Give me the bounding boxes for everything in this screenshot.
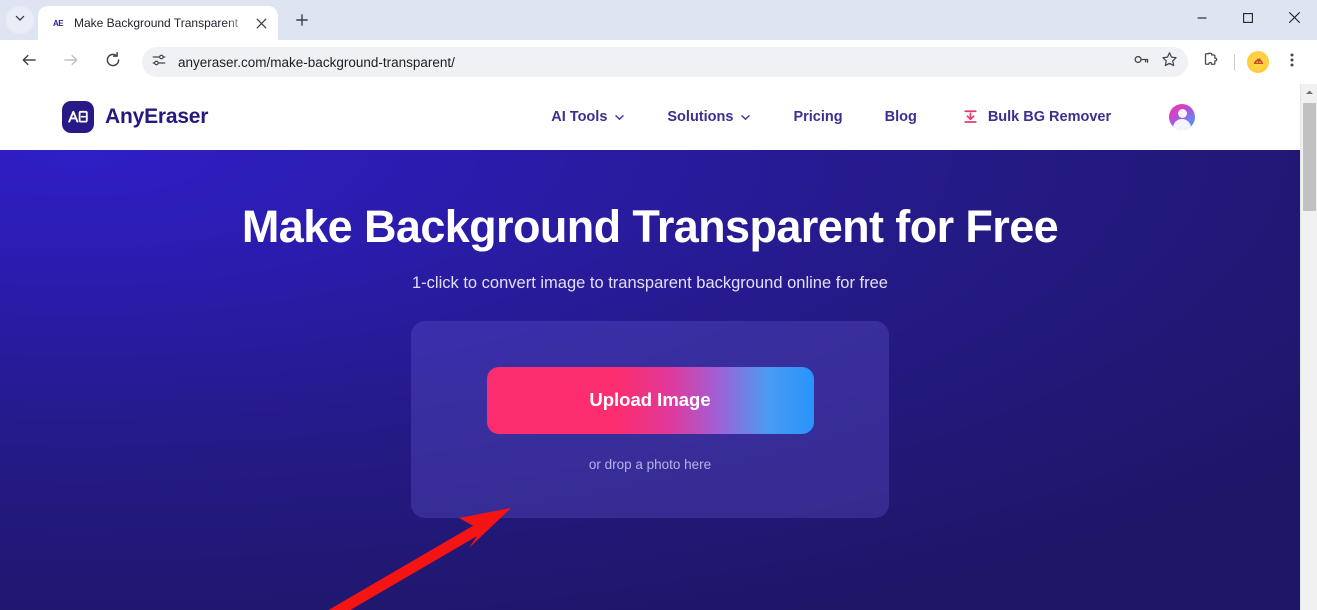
window-controls (1179, 0, 1317, 40)
plus-icon (295, 13, 309, 32)
reload-button[interactable] (97, 46, 129, 78)
browser-window: AE Make Background Transparent anyeraser… (0, 0, 1317, 610)
site-header: AnyEraser AI Tools Solutions Pricing Blo… (0, 84, 1300, 150)
three-dot-menu-icon (1284, 52, 1300, 73)
arrow-right-icon (62, 51, 80, 74)
reload-icon (104, 51, 122, 74)
puzzle-piece-icon (1202, 51, 1220, 74)
page-title: Make Background Transparent for Free (241, 201, 1059, 252)
maximize-button[interactable] (1225, 0, 1271, 40)
scrollbar-thumb[interactable] (1303, 103, 1316, 211)
site-nav: AI Tools Solutions Pricing Blog Bulk BG … (530, 104, 1196, 130)
profile-button[interactable] (1243, 47, 1273, 77)
hero-content: Make Background Transparent for Free 1-c… (0, 150, 1300, 518)
page-subtitle: 1-click to convert image to transparent … (411, 273, 888, 292)
site-brand-name: AnyEraser (105, 105, 209, 128)
browser-tab[interactable]: AE Make Background Transparent (38, 6, 278, 40)
page-scrollbar[interactable] (1300, 84, 1317, 610)
nav-item-label: Pricing (793, 109, 843, 125)
chevron-down-icon (614, 112, 625, 123)
nav-item-label: Bulk BG Remover (987, 109, 1112, 125)
nav-item-blog[interactable]: Blog (864, 109, 938, 125)
profile-avatar-icon (1247, 51, 1269, 73)
extensions-button[interactable] (1196, 47, 1226, 77)
key-icon (1133, 51, 1150, 73)
nav-item-pricing[interactable]: Pricing (772, 109, 863, 125)
anyeraser-logo-mark (62, 101, 94, 133)
nav-item-bulk-bg-remover[interactable]: Bulk BG Remover (938, 109, 1129, 126)
page-viewport: AnyEraser AI Tools Solutions Pricing Blo… (0, 84, 1317, 610)
star-icon (1161, 51, 1178, 73)
site-settings-button[interactable] (146, 49, 172, 75)
web-page: AnyEraser AI Tools Solutions Pricing Blo… (0, 84, 1300, 610)
upload-image-button[interactable]: Upload Image (486, 366, 814, 434)
close-icon (1288, 11, 1301, 29)
tab-title: Make Background Transparent (74, 16, 239, 30)
tune-settings-icon (151, 52, 167, 73)
back-button[interactable] (13, 46, 45, 78)
chevron-down-icon (740, 112, 751, 123)
hero-section: Make Background Transparent for Free 1-c… (0, 150, 1300, 610)
toolbar-right-actions (1194, 47, 1309, 77)
minimize-button[interactable] (1179, 0, 1225, 40)
nav-item-label: AI Tools (551, 109, 608, 125)
bookmark-button[interactable] (1156, 49, 1182, 75)
anyeraser-favicon: AE (52, 18, 64, 28)
drop-hint-text: or drop a photo here (588, 456, 712, 472)
tab-strip: AE Make Background Transparent (0, 0, 1317, 40)
nav-item-label: Solutions (667, 109, 734, 125)
new-tab-button[interactable] (288, 8, 316, 36)
forward-button[interactable] (55, 46, 87, 78)
close-window-button[interactable] (1271, 0, 1317, 40)
minimize-icon (1196, 11, 1208, 29)
toolbar-divider (1234, 54, 1235, 70)
password-manager-button[interactable] (1128, 49, 1154, 75)
omnibox-actions (1126, 49, 1182, 75)
site-logo[interactable]: AnyEraser (62, 101, 208, 133)
tab-search-button[interactable] (6, 6, 34, 34)
bulk-download-icon (962, 109, 979, 126)
scroll-up-arrow-icon (1305, 84, 1314, 102)
nav-item-solutions[interactable]: Solutions (646, 109, 772, 125)
url-text[interactable]: anyeraser.com/make-background-transparen… (172, 55, 1126, 70)
user-avatar-icon[interactable] (1169, 104, 1196, 130)
chevron-down-icon (14, 11, 26, 29)
browser-toolbar: anyeraser.com/make-background-transparen… (0, 40, 1317, 84)
scroll-up-button[interactable] (1301, 84, 1317, 101)
arrow-left-icon (20, 51, 38, 74)
browser-menu-button[interactable] (1277, 47, 1307, 77)
maximize-icon (1242, 11, 1254, 29)
tab-close-button[interactable] (250, 12, 272, 34)
nav-item-ai-tools[interactable]: AI Tools (530, 109, 646, 125)
upload-dropzone[interactable]: Upload Image or drop a photo here (411, 320, 889, 518)
address-bar[interactable]: anyeraser.com/make-background-transparen… (142, 47, 1188, 77)
nav-item-label: Blog (884, 109, 917, 125)
